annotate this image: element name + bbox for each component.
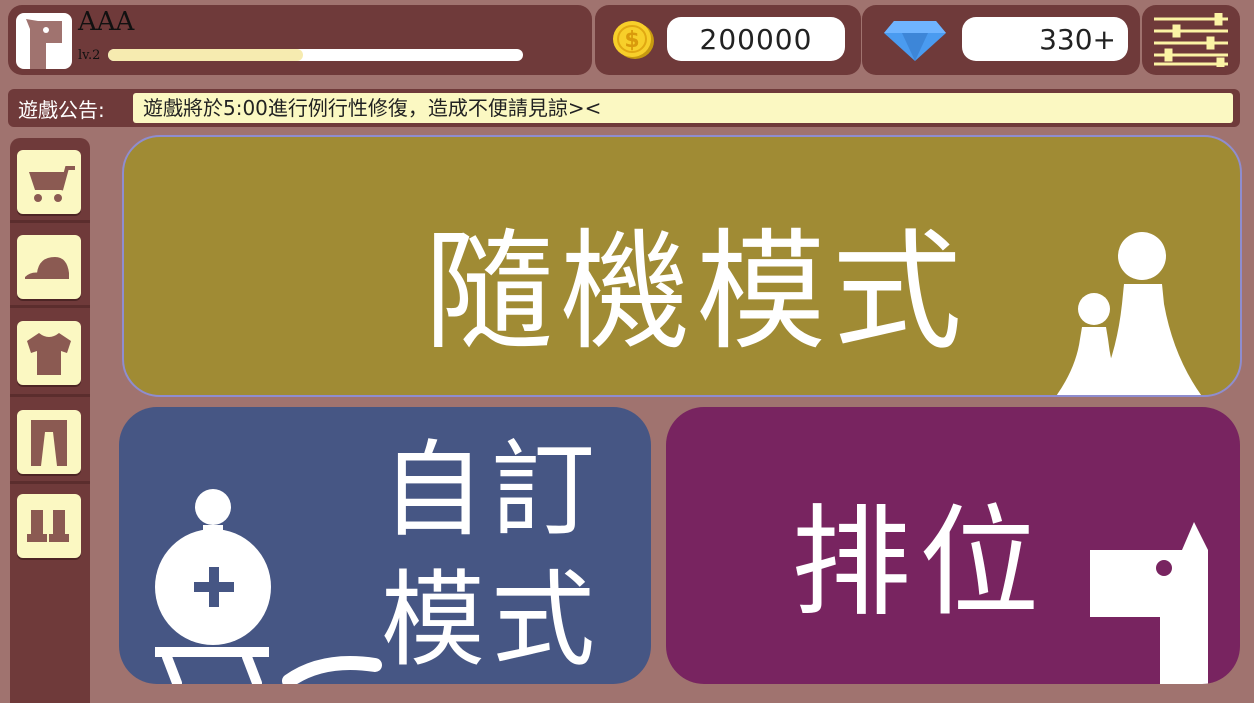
gem-balance[interactable]: 330+ <box>962 17 1128 61</box>
sidebar <box>10 138 90 703</box>
announcement-label: 遊戲公告: <box>18 98 105 122</box>
blue-diamond-icon <box>884 21 946 61</box>
ranked-mode-label: 排位 <box>791 494 1047 633</box>
shopping-cart-icon <box>29 166 75 202</box>
sidebar-item-shoes[interactable] <box>17 494 81 558</box>
custom-mode-button[interactable]: 自訂模式 <box>119 407 651 684</box>
sidebar-item-hats[interactable] <box>17 235 81 299</box>
t-shirt-icon <box>27 333 71 375</box>
pants-icon <box>31 420 67 466</box>
king-piece-icon <box>155 489 382 684</box>
dog-head-icon[interactable] <box>16 13 72 69</box>
cap-icon <box>25 257 69 279</box>
xp-bar-fill <box>108 49 304 61</box>
random-mode-label: 隨機模式 <box>424 216 969 368</box>
custom-mode-label: 自訂模式 <box>381 429 602 681</box>
player-profile-panel[interactable]: AAA lv.2 <box>8 5 592 75</box>
svg-text:$: $ <box>624 28 639 53</box>
gold-coin-icon: $ <box>613 21 654 59</box>
sidebar-item-shop[interactable] <box>17 150 81 214</box>
knight-horse-icon <box>1090 522 1208 684</box>
announcement-text: 遊戲將於5:00進行例行性修復，造成不便請見諒>< <box>133 93 1233 123</box>
xp-bar <box>108 49 523 61</box>
coin-balance: 200000 <box>667 17 845 61</box>
player-name: AAA <box>78 7 135 37</box>
random-mode-button[interactable]: 隨機模式 <box>122 135 1242 397</box>
sidebar-item-pants[interactable] <box>17 410 81 474</box>
announcement-bar: 遊戲公告: 遊戲將於5:00進行例行性修復，造成不便請見諒>< <box>8 89 1240 127</box>
ranked-mode-button[interactable]: 排位 <box>666 407 1240 684</box>
sidebar-item-shirts[interactable] <box>17 321 81 385</box>
player-level: lv.2 <box>78 48 101 63</box>
sliders-icon <box>1154 13 1228 67</box>
pawns-icon <box>1056 232 1202 395</box>
gem-panel[interactable]: 330+ <box>862 5 1140 75</box>
coin-panel[interactable]: $ 200000 <box>595 5 861 75</box>
boots-icon <box>27 510 69 542</box>
settings-button[interactable] <box>1142 5 1240 75</box>
